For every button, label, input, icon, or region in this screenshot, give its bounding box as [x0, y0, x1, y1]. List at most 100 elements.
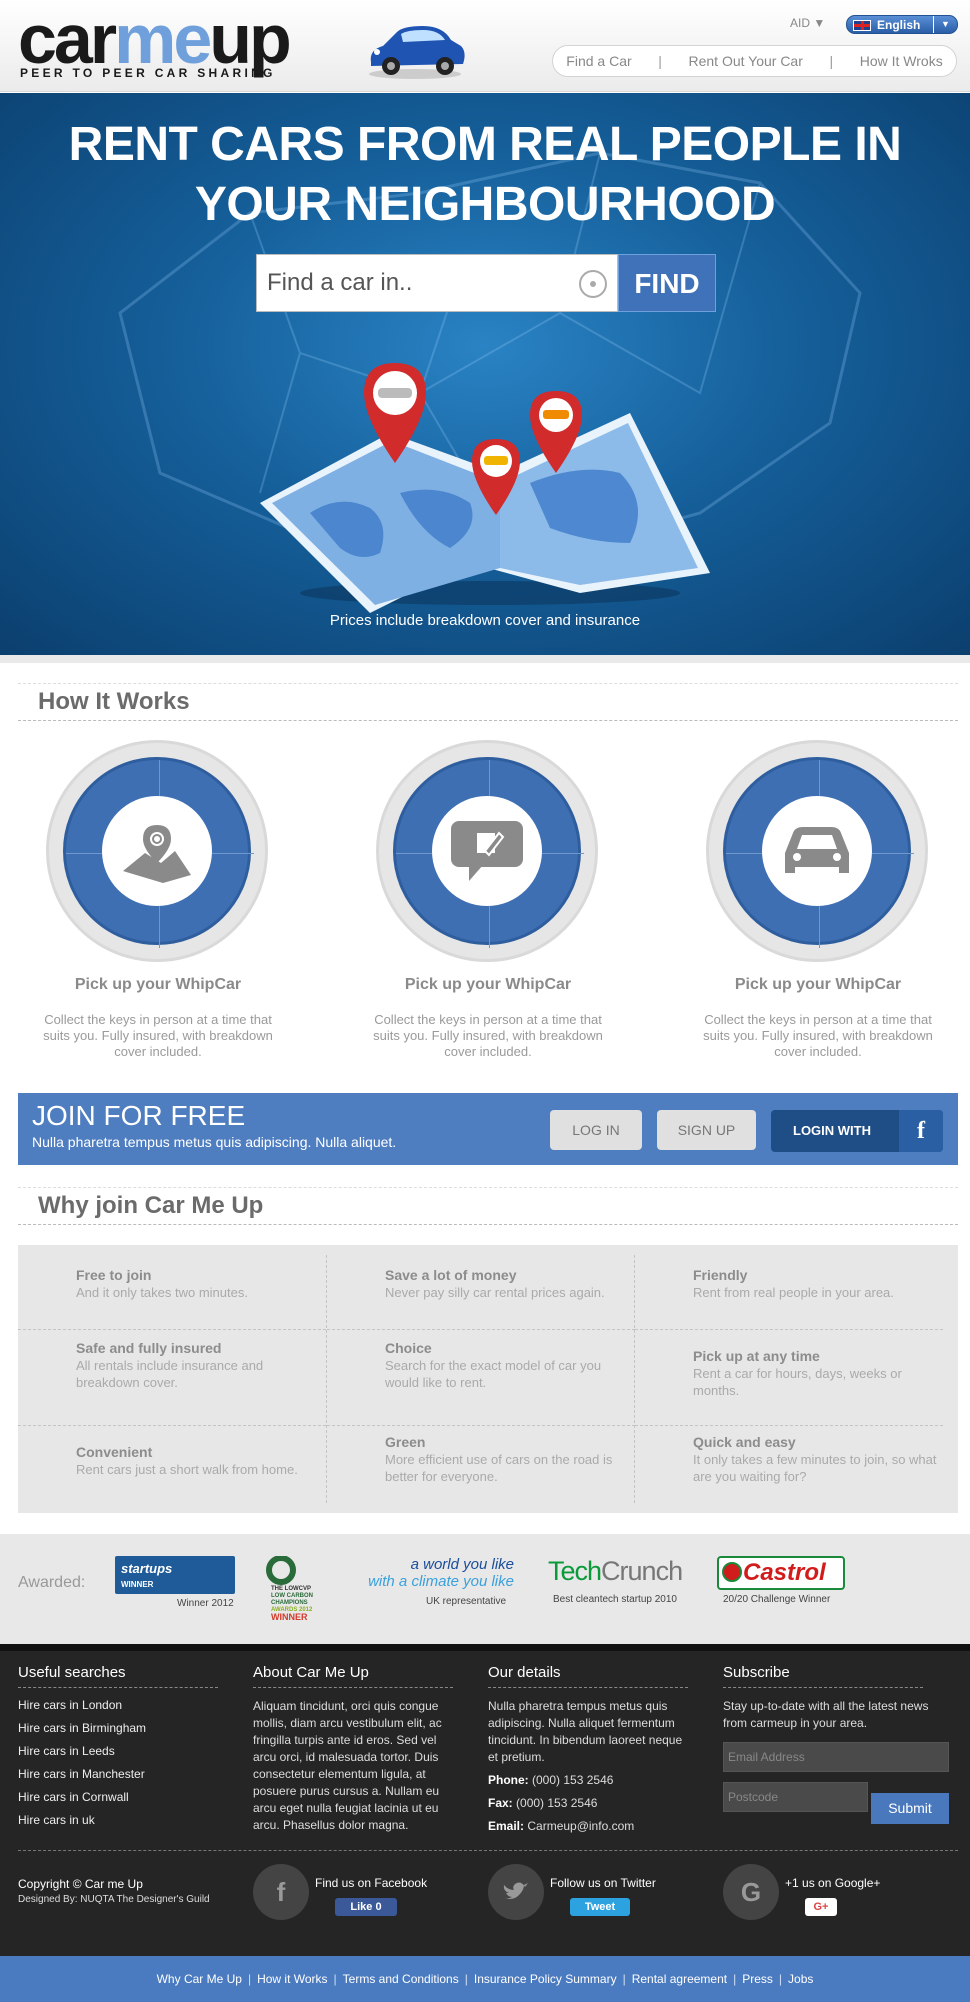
award-startups-logo: startups WINNER Winner 2012 [115, 1556, 240, 1626]
chevron-down-icon: ▼ [933, 16, 957, 33]
social-facebook: f Find us on Facebook Like 0 [253, 1864, 473, 1924]
bottom-link[interactable]: Jobs [788, 1972, 813, 1986]
hero-title: RENT CARS FROM REAL PEOPLE IN YOUR NEIGHB… [68, 118, 902, 231]
logo[interactable]: carmeup PEER TO PEER CAR SHARING [18, 2, 465, 82]
details-text: Nulla pharetra tempus metus quis adipisc… [488, 1699, 683, 1764]
facebook-login-button[interactable]: LOGIN WITH f [771, 1110, 943, 1152]
benefit-item: Convenient Rent cars just a short walk fr… [18, 1425, 326, 1503]
bottom-link[interactable]: Insurance Policy Summary [474, 1972, 617, 1986]
footer-link[interactable]: Hire cars in Cornwall [18, 1786, 218, 1809]
about-text: Aliquam tincidunt, orci quis congue moll… [253, 1699, 442, 1832]
google-label: +1 us on Google+ [785, 1876, 881, 1890]
footer-heading: Subscribe [723, 1664, 923, 1688]
language-selector[interactable]: English ▼ [846, 15, 958, 34]
footer-link[interactable]: Hire cars in London [18, 1694, 218, 1717]
footer-details: Our details Nulla pharetra tempus metus … [488, 1664, 688, 1835]
footer-link[interactable]: Hire cars in uk [18, 1809, 218, 1832]
footer-subscribe: Subscribe Stay up-to-date with all the l… [723, 1664, 953, 1824]
award-lowcarbon-logo: THE LOWCVP LOW CARBON CHAMPIONS AWARDS 2… [265, 1555, 325, 1626]
footer-heading: About Car Me Up [253, 1664, 453, 1688]
step-badge [706, 740, 928, 962]
step-title: Pick up your WhipCar [734, 976, 902, 993]
nav-rent-out-your-car[interactable]: Rent Out Your Car [688, 53, 802, 69]
chat-edit-icon [451, 821, 523, 881]
hero-banner: RENT CARS FROM REAL PEOPLE IN YOUR NEIGHB… [0, 93, 970, 655]
chevron-down-icon: ▼ [813, 16, 826, 30]
awards-strip: Awarded: startups WINNER Winner 2012 THE … [0, 1534, 970, 1644]
facebook-like-button[interactable]: Like 0 [335, 1898, 397, 1916]
footer-link[interactable]: Hire cars in Manchester [18, 1763, 218, 1786]
award-techcrunch-logo: TechCrunch Best cleantech startup 2010 [548, 1556, 683, 1605]
footer-link[interactable]: Hire cars in Birmingham [18, 1717, 218, 1740]
why-join-grid: Free to join And it only takes two minute… [18, 1245, 958, 1513]
step-text: Collect the keys in person at a time tha… [373, 1012, 603, 1059]
find-button[interactable]: FIND [618, 254, 716, 312]
steps-row: Pick up your WhipCar Collect the keys in… [18, 740, 958, 1060]
benefit-item: Pick up at any time Rent a car for hours,… [635, 1329, 943, 1415]
tweet-button[interactable]: Tweet [570, 1898, 630, 1916]
section-divider [0, 655, 970, 663]
fax-line: Fax: (000) 153 2546 [488, 1796, 598, 1810]
car-mascot-icon [369, 26, 465, 79]
subscribe-text: Stay up-to-date with all the latest news… [723, 1699, 929, 1730]
footer-link[interactable]: Hire cars in Leeds [18, 1740, 218, 1763]
award-climate-logo: a world you like with a climate you like… [368, 1556, 514, 1607]
why-join-title: Why join Car Me Up [18, 1187, 958, 1225]
benefit-item: Safe and fully insured All rentals includ… [18, 1329, 326, 1415]
bottom-link[interactable]: How it Works [257, 1972, 327, 1986]
benefit-item: Quick and easy It only takes a few minute… [635, 1425, 943, 1503]
bottom-link[interactable]: Why Car Me Up [157, 1972, 242, 1986]
login-button[interactable]: LOG IN [550, 1110, 642, 1150]
benefit-item: Friendly Rent from real people in your ar… [693, 1267, 894, 1300]
benefit-item: Save a lot of money Never pay silly car r… [385, 1267, 605, 1300]
search-input[interactable]: Find a car in.. [256, 254, 618, 312]
currency-selector[interactable]: AID ▼ [790, 16, 825, 30]
nav-find-a-car[interactable]: Find a Car [566, 53, 631, 69]
step-title: Pick up your WhipCar [404, 976, 572, 993]
svg-text:THE LOWCVP: THE LOWCVP [271, 1586, 311, 1592]
main-nav: Find a Car | Rent Out Your Car | How It … [552, 45, 957, 77]
bottom-link[interactable]: Terms and Conditions [343, 1972, 459, 1986]
how-it-works-title: How It Works [18, 683, 958, 721]
join-pointer [477, 1165, 495, 1174]
logo-tagline: PEER TO PEER CAR SHARING [20, 66, 276, 80]
nav-how-it-works[interactable]: How It Wroks [860, 53, 943, 69]
search-placeholder: Find a car in.. [267, 269, 413, 296]
bottom-link[interactable]: Press [742, 1972, 773, 1986]
copyright: Copyright © Car me Up Designed By: NUQTA … [18, 1877, 210, 1905]
uk-flag-icon [853, 20, 871, 31]
social-twitter: Follow us on Twitter Tweet [488, 1864, 708, 1924]
site-header: carmeup PEER TO PEER CAR SHARING AID ▼ E… [0, 0, 970, 92]
subscribe-submit-button[interactable]: Submit [871, 1793, 949, 1824]
hero-note: Prices include breakdown cover and insur… [329, 612, 641, 629]
benefit-item: Free to join And it only takes two minute… [76, 1267, 248, 1300]
locate-icon[interactable] [579, 270, 607, 298]
google-plus-button[interactable]: G+ [805, 1898, 837, 1916]
facebook-icon[interactable]: f [253, 1864, 309, 1920]
svg-text:CHAMPIONS: CHAMPIONS [271, 1600, 308, 1606]
footer-divider [18, 1850, 958, 1851]
subscribe-postcode-input[interactable]: Postcode [723, 1782, 868, 1812]
facebook-label: Find us on Facebook [315, 1876, 428, 1890]
twitter-icon[interactable] [488, 1864, 544, 1920]
footer-useful-searches: Useful searches Hire cars in London Hire… [18, 1664, 218, 1832]
join-subtitle: Nulla pharetra tempus metus quis adipisc… [32, 1134, 397, 1150]
step-text: Collect the keys in person at a time tha… [43, 1012, 273, 1059]
google-icon[interactable]: G [723, 1864, 779, 1920]
footer-heading: Our details [488, 1664, 688, 1688]
subscribe-email-input[interactable]: Email Address [723, 1742, 949, 1772]
why-column: Free to join And it only takes two minute… [18, 1255, 326, 1503]
join-banner: JOIN FOR FREE Nulla pharetra tempus metu… [18, 1093, 958, 1165]
nav-separator: | [658, 53, 662, 69]
signup-button[interactable]: SIGN UP [657, 1110, 756, 1150]
footer-heading: Useful searches [18, 1664, 218, 1688]
folded-map-illustration [260, 363, 710, 613]
language-label: English [877, 18, 921, 32]
phone-line: Phone: (000) 153 2546 [488, 1773, 614, 1787]
facebook-icon: f [899, 1110, 943, 1152]
benefit-item: Green More efficient use of cars on the r… [327, 1425, 635, 1503]
bottom-link[interactable]: Rental agreement [632, 1972, 727, 1986]
twitter-label: Follow us on Twitter [550, 1876, 656, 1890]
car-icon [785, 827, 849, 873]
step-badge [46, 740, 268, 962]
